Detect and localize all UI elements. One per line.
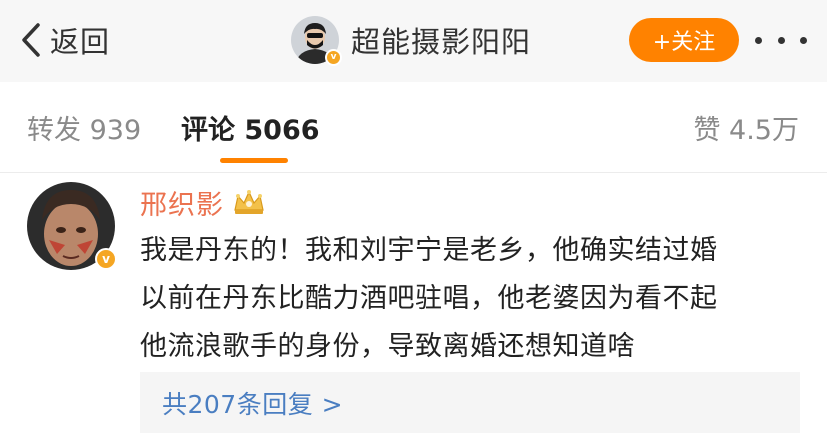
back-label: 返回 <box>50 25 111 59</box>
more-dot <box>800 36 807 44</box>
profile-name: 超能摄影阳阳 <box>351 25 532 59</box>
replies-label: 共207条回复 > <box>162 389 344 419</box>
more-dots-icon[interactable] <box>755 26 807 54</box>
verified-badge-icon: v <box>95 248 117 270</box>
comment-text-line: 以前在丹东比酷力酒吧驻唱，他老婆因为看不起 <box>140 283 718 314</box>
comment-text-line: 我是丹东的！我和刘宇宁是老乡，他确实结过婚 <box>140 235 718 266</box>
more-dot <box>777 36 785 44</box>
more-dot <box>755 36 762 44</box>
follow-button[interactable]: +关注 <box>629 18 739 62</box>
top-navigation-bar: 返回 v 超能摄影阳阳 +关注 <box>0 0 827 82</box>
tab-bar: 转发 939 评论 5066 赞 4.5万 <box>0 82 827 172</box>
crown-badge-icon <box>234 190 264 214</box>
comment-text-line: 他流浪歌手的身份，导致离婚还想知道啥 <box>140 331 635 362</box>
comment-author-name[interactable]: 邢织影 <box>140 183 224 222</box>
tab-comment[interactable]: 评论 5066 <box>181 108 320 147</box>
active-tab-indicator <box>220 158 288 163</box>
divider <box>0 172 827 173</box>
back-chevron-icon <box>22 23 40 57</box>
back-button[interactable]: 返回 <box>20 18 110 62</box>
view-replies-button[interactable]: 共207条回复 > <box>140 372 800 433</box>
comment-avatar[interactable]: v <box>27 182 117 270</box>
verified-badge-icon: v <box>325 49 342 66</box>
comment-author-row: 邢织影 <box>140 183 266 222</box>
profile-avatar[interactable]: v <box>291 16 342 66</box>
tab-repost[interactable]: 转发 939 <box>27 108 141 147</box>
profile-header[interactable]: v 超能摄影阳阳 <box>291 14 531 66</box>
tab-like[interactable]: 赞 4.5万 <box>693 108 799 147</box>
